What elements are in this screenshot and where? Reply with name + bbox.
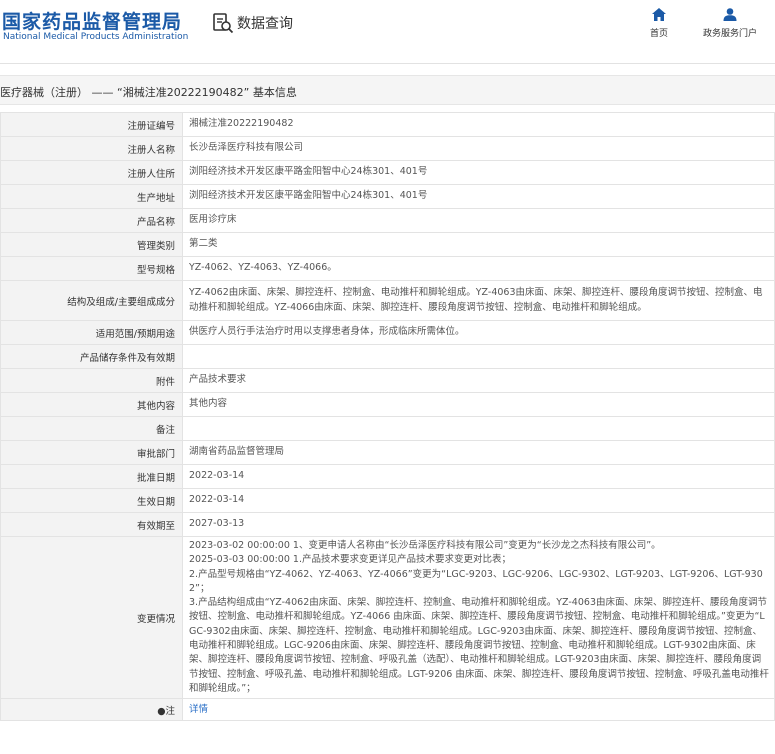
row-label: 备注	[0, 416, 183, 441]
data-query-label: 数据查询	[237, 16, 293, 32]
row-label: 附件	[0, 368, 183, 393]
row-label: 产品名称	[0, 208, 183, 233]
row-value: YZ-4062由床面、床架、脚控连杆、控制盒、电动推杆和脚轮组成。YZ-4063…	[182, 280, 775, 321]
row-value: 2027-03-13	[182, 512, 775, 537]
table-row: 管理类别 第二类	[0, 232, 775, 257]
nav-home-label: 首页	[649, 29, 668, 39]
change-line: 2.产品型号规格由“YZ-4062、YZ-4063、YZ-4066”变更为“LG…	[189, 568, 763, 594]
row-label: 注册证编号	[0, 112, 183, 137]
row-value: 医用诊疗床	[182, 208, 775, 233]
row-value: YZ-4062、YZ-4063、YZ-4066。	[182, 256, 775, 281]
row-label: 审批部门	[0, 440, 183, 465]
table-row: 其他内容 其他内容	[0, 392, 775, 417]
row-label: 注册人住所	[0, 160, 183, 185]
row-label: 生产地址	[0, 184, 183, 209]
table-row: 型号规格 YZ-4062、YZ-4063、YZ-4066。	[0, 256, 775, 281]
details-link[interactable]: 详情	[189, 704, 208, 715]
table-row: 产品储存条件及有效期	[0, 344, 775, 369]
row-label: 结构及组成/主要组成成分	[0, 280, 183, 321]
table-row: 适用范围/预期用途 供医疗人员行手法治疗时用以支撑患者身体，形成临床所需体位。	[0, 320, 775, 345]
row-value: 其他内容	[182, 392, 775, 417]
nav-gov-portal-button[interactable]: 政务服务门户	[698, 8, 762, 39]
row-label: 产品储存条件及有效期	[0, 344, 183, 369]
logo-title[interactable]: 国家药品监督管理局	[2, 7, 182, 34]
table-row: 生产地址 浏阳经济技术开发区康平路金阳智中心24栋301、401号	[0, 184, 775, 209]
breadcrumb-bar: 医疗器械（注册） —— “湘械注准20222190482” 基本信息	[0, 75, 775, 105]
table-row: 附件 产品技术要求	[0, 368, 775, 393]
row-value: 供医疗人员行手法治疗时用以支撑患者身体，形成临床所需体位。	[182, 320, 775, 345]
table-row: 生效日期 2022-03-14	[0, 488, 775, 513]
detail-table-wrapper: 注册证编号 湘械注准20222190482 注册人名称 长沙岳泽医疗科技有限公司 注…	[0, 112, 775, 722]
row-value: 湘械注准20222190482	[182, 112, 775, 137]
data-query-title: 数据查询	[212, 12, 293, 34]
row-label: 其他内容	[0, 392, 183, 417]
row-label: 批准日期	[0, 464, 183, 489]
table-row: 注册人名称 长沙岳泽医疗科技有限公司	[0, 136, 775, 161]
note-value: 详情	[182, 698, 775, 722]
row-value: 2022-03-14	[182, 464, 775, 489]
row-value: 2022-03-14	[182, 488, 775, 513]
table-row-note: ●注 详情	[0, 698, 775, 722]
row-value: 产品技术要求	[182, 368, 775, 393]
row-label: 型号规格	[0, 256, 183, 281]
logo-subtitle: National Medical Products Administration	[3, 32, 189, 42]
row-value	[182, 344, 775, 369]
site-header: 国家药品监督管理局 National Medical Products Admi…	[0, 0, 775, 64]
row-label: 有效期至	[0, 512, 183, 537]
table-row: 注册人住所 浏阳经济技术开发区康平路金阳智中心24栋301、401号	[0, 160, 775, 185]
row-label: 适用范围/预期用途	[0, 320, 183, 345]
change-line: 2025-03-03 00:00:00 1.产品技术要求变更详见产品技术要求变更…	[189, 554, 511, 566]
table-row: 备注	[0, 416, 775, 441]
row-label: 生效日期	[0, 488, 183, 513]
row-value	[182, 416, 775, 441]
table-row: 产品名称 医用诊疗床	[0, 208, 775, 233]
nav-home-button[interactable]: 首页	[645, 8, 673, 39]
table-row: 批准日期 2022-03-14	[0, 464, 775, 489]
table-row: 注册证编号 湘械注准20222190482	[0, 112, 775, 137]
user-icon	[723, 8, 737, 21]
breadcrumb: 医疗器械（注册） —— “湘械注准20222190482” 基本信息	[0, 86, 297, 99]
note-label: ●注	[0, 698, 183, 722]
home-icon	[652, 8, 666, 21]
change-value: 2023-03-02 00:00:00 1、变更申请人名称由“长沙岳泽医疗科技有…	[182, 535, 775, 700]
row-value: 第二类	[182, 232, 775, 257]
table-row-change: 变更情况 2023-03-02 00:00:00 1、变更申请人名称由“长沙岳泽…	[0, 535, 775, 700]
detail-table: 注册证编号 湘械注准20222190482 注册人名称 长沙岳泽医疗科技有限公司 注…	[0, 112, 775, 722]
table-row: 有效期至 2027-03-13	[0, 512, 775, 537]
change-line: 3.产品结构组成由“YZ-4062由床面、床架、脚控连杆、控制盒、电动推杆和脚轮…	[189, 597, 769, 694]
row-label: 注册人名称	[0, 136, 183, 161]
change-label: 变更情况	[0, 535, 183, 700]
row-label: 管理类别	[0, 232, 183, 257]
row-value: 浏阳经济技术开发区康平路金阳智中心24栋301、401号	[182, 160, 775, 185]
row-value: 浏阳经济技术开发区康平路金阳智中心24栋301、401号	[182, 184, 775, 209]
table-row: 审批部门 湖南省药品监督管理局	[0, 440, 775, 465]
table-row: 结构及组成/主要组成成分 YZ-4062由床面、床架、脚控连杆、控制盒、电动推杆和…	[0, 280, 775, 321]
change-line: 2023-03-02 00:00:00 1、变更申请人名称由“长沙岳泽医疗科技有…	[189, 540, 661, 551]
nav-gov-label: 政务服务门户	[702, 29, 757, 39]
search-document-icon	[213, 13, 234, 34]
row-value: 长沙岳泽医疗科技有限公司	[182, 136, 775, 161]
row-value: 湖南省药品监督管理局	[182, 440, 775, 465]
